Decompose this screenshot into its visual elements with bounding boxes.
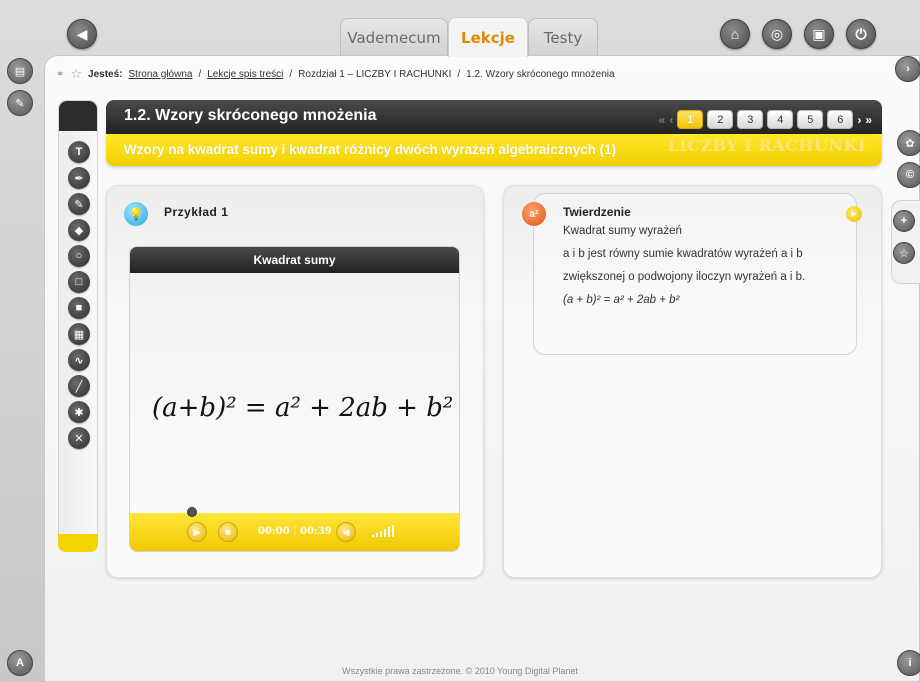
theorem-icon: a² — [522, 202, 546, 226]
next-page-icon[interactable]: › — [857, 113, 861, 127]
stop-button[interactable]: ■ — [218, 522, 238, 542]
copyright-icon: © — [905, 169, 915, 181]
refresh-button[interactable]: ◎ — [762, 19, 792, 49]
link-icon[interactable]: ⚭ — [56, 69, 64, 80]
page-button-6[interactable]: 6 — [827, 110, 854, 129]
player-canvas: (a+b)² = a² + 2ab + b² — [130, 273, 459, 515]
volume-slider[interactable] — [372, 525, 400, 537]
marker-tool-icon[interactable]: ✎ — [68, 193, 90, 215]
add-note-button[interactable]: + — [893, 210, 915, 232]
info-icon: i — [908, 657, 912, 669]
text-tool-icon[interactable]: T — [68, 141, 90, 163]
volume-button[interactable]: ◀ — [336, 522, 356, 542]
font-button[interactable]: A — [7, 650, 33, 676]
breadcrumb: ⚭ ☆ Jesteś: Strona główna / Lekcje spis … — [56, 66, 615, 82]
speaker-icon: ◀ — [342, 526, 350, 537]
line-tool-icon[interactable]: ╱ — [68, 375, 90, 397]
power-icon: ⏻ — [855, 25, 867, 42]
add-note-icon: + — [900, 215, 908, 227]
pen-tool-icon[interactable]: ✒ — [68, 167, 90, 189]
tab-lekcje[interactable]: Lekcje — [448, 17, 528, 57]
dashed-rect-tool-icon[interactable]: ▦ — [68, 323, 90, 345]
lightbulb-icon: 💡 — [124, 202, 148, 226]
page-button-4[interactable]: 4 — [767, 110, 794, 129]
progress-handle[interactable] — [187, 507, 197, 517]
lesson-subtitle-bar: Wzory na kwadrat sumy i kwadrat różnicy … — [106, 134, 882, 166]
collapse-button[interactable]: › — [895, 56, 920, 82]
stop-icon: ■ — [225, 527, 231, 537]
prev-page-icon[interactable]: ‹ — [669, 113, 673, 127]
time-display: 00:00 | 00:39 — [258, 526, 332, 537]
time-total: 00:39 — [300, 526, 332, 537]
play-icon: ▶ — [851, 211, 857, 218]
breadcrumb-home[interactable]: Strona główna — [129, 69, 193, 80]
arrow-left-icon: ◀ — [76, 25, 88, 42]
font-icon: A — [16, 657, 24, 669]
page-button-3[interactable]: 3 — [737, 110, 764, 129]
tools-icon: ✿ — [905, 137, 915, 150]
lesson-subtitle: Wzory na kwadrat sumy i kwadrat różnicy … — [124, 142, 617, 157]
theorem-play-button[interactable]: ▶ — [846, 206, 862, 222]
first-page-icon[interactable]: « — [659, 113, 666, 127]
circle-tool-icon[interactable]: ○ — [68, 245, 90, 267]
play-icon: ▶ — [193, 526, 201, 537]
home-icon: ⌂ — [730, 26, 740, 42]
back-button[interactable]: ◀ — [67, 19, 97, 49]
theorem-title: Twierdzenie — [563, 205, 631, 219]
chevron-icon: › — [906, 63, 910, 75]
help-button[interactable]: i — [897, 650, 920, 676]
window-icon: ▣ — [812, 25, 826, 42]
refresh-icon: ◎ — [770, 25, 784, 42]
home-button[interactable]: ⌂ — [720, 19, 750, 49]
filled-square-tool-icon[interactable]: ■ — [68, 297, 90, 319]
theorem-line-2: a i b jest równy sumie kwadratów wyrażeń… — [563, 248, 803, 260]
theorem-line-3: zwiększonej o podwojony iloczyn wyrażeń … — [563, 271, 806, 283]
example-label: Przykład 1 — [164, 205, 229, 219]
power-button[interactable]: ⏻ — [846, 19, 876, 49]
add-favorite-button[interactable]: ☆ — [893, 242, 915, 264]
page-button-2[interactable]: 2 — [707, 110, 734, 129]
theorem-formula: (a + b)² = a² + 2ab + b² — [563, 294, 680, 306]
page-button-1[interactable]: 1 — [677, 110, 704, 129]
edit-button[interactable]: ✎ — [7, 90, 33, 116]
eraser-tool-icon[interactable]: ◆ — [68, 219, 90, 241]
copyright-button[interactable]: © — [897, 162, 920, 188]
breadcrumb-separator: / — [289, 68, 293, 80]
notes-button[interactable]: ▤ — [7, 58, 33, 84]
star-tool-icon[interactable]: ✱ — [68, 401, 90, 423]
drawing-toolbar: T ✒ ✎ ◆ ○ □ ■ ▦ ∿ ╱ ✱ ✕ — [58, 100, 98, 552]
formula-display: (a+b)² = a² + 2ab + b² — [152, 393, 454, 423]
breadcrumb-lessons[interactable]: Lekcje spis treści — [207, 69, 283, 80]
add-star-icon: ☆ — [899, 247, 909, 260]
star-icon[interactable]: ☆ — [70, 66, 82, 82]
time-current: 00:00 — [258, 526, 290, 537]
wave-tool-icon[interactable]: ∿ — [68, 349, 90, 371]
player-title: Kwadrat sumy — [130, 247, 459, 273]
tab-vademecum[interactable]: Vademecum — [340, 18, 448, 56]
edit-icon: ✎ — [15, 97, 25, 110]
tools-button[interactable]: ✿ — [897, 130, 920, 156]
animation-player: Kwadrat sumy (a+b)² = a² + 2ab + b² ▶ ■ … — [129, 246, 460, 552]
close-tool-icon[interactable]: ✕ — [68, 427, 90, 449]
footer-copyright: Wszystkie prawa zastrzeżone. © 2010 Youn… — [342, 666, 578, 676]
window-button[interactable]: ▣ — [804, 19, 834, 49]
notes-icon: ▤ — [14, 65, 26, 78]
toolbar-header — [59, 101, 97, 131]
breadcrumb-separator: / — [198, 68, 202, 80]
page-button-5[interactable]: 5 — [797, 110, 824, 129]
breadcrumb-chapter: Rozdział 1 – LICZBY I RACHUNKI — [298, 68, 452, 80]
last-page-icon[interactable]: » — [865, 113, 872, 127]
breadcrumb-separator: / — [457, 68, 461, 80]
toolbar-footer — [58, 534, 98, 552]
chapter-watermark: LICZBY I RACHUNKI — [667, 136, 866, 155]
square-tool-icon[interactable]: □ — [68, 271, 90, 293]
theorem-line-1: Kwadrat sumy wyrażeń — [563, 225, 682, 237]
player-controls: ▶ ■ 00:00 | 00:39 ◀ — [130, 507, 459, 551]
breadcrumb-current: 1.2. Wzory skróconego mnożenia — [466, 68, 615, 80]
play-button[interactable]: ▶ — [187, 522, 207, 542]
lesson-title: 1.2. Wzory skróconego mnożenia — [124, 107, 377, 124]
tab-testy[interactable]: Testy — [528, 18, 598, 56]
breadcrumb-prefix: Jesteś: — [88, 68, 123, 80]
page-navigator: « ‹ 1 2 3 4 5 6 › » — [659, 110, 872, 129]
